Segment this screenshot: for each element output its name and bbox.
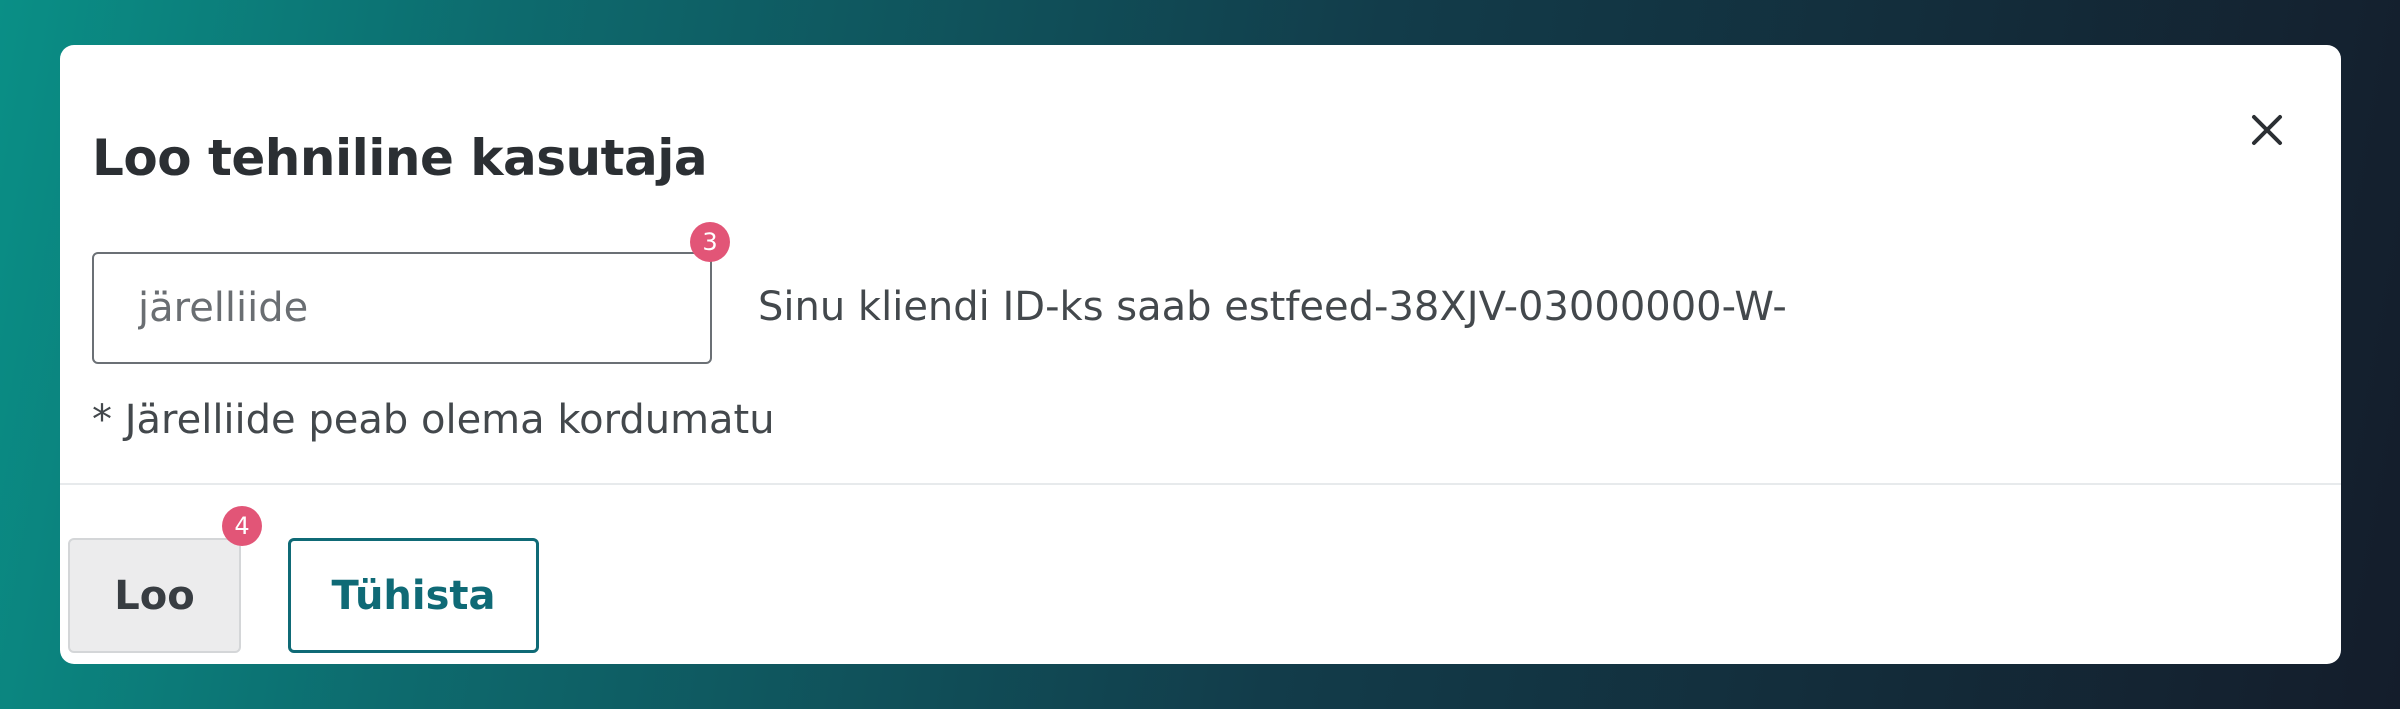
create-button[interactable]: Loo bbox=[68, 538, 241, 653]
step-marker-badge: 4 bbox=[222, 506, 262, 546]
step-marker-badge: 3 bbox=[690, 222, 730, 262]
close-icon bbox=[2252, 115, 2282, 145]
uniqueness-note: * Järelliide peab olema kordumatu bbox=[92, 397, 775, 443]
cancel-button[interactable]: Tühista bbox=[288, 538, 539, 653]
close-button[interactable] bbox=[2237, 100, 2297, 160]
suffix-field bbox=[92, 252, 712, 364]
footer-divider bbox=[60, 483, 2341, 485]
dialog-title: Loo tehniline kasutaja bbox=[92, 129, 708, 187]
suffix-input[interactable] bbox=[92, 252, 712, 364]
client-id-hint: Sinu kliendi ID-ks saab estfeed-38XJV-03… bbox=[758, 284, 1787, 330]
create-technical-user-dialog: Loo tehniline kasutaja 3 Sinu kliendi ID… bbox=[60, 45, 2341, 664]
